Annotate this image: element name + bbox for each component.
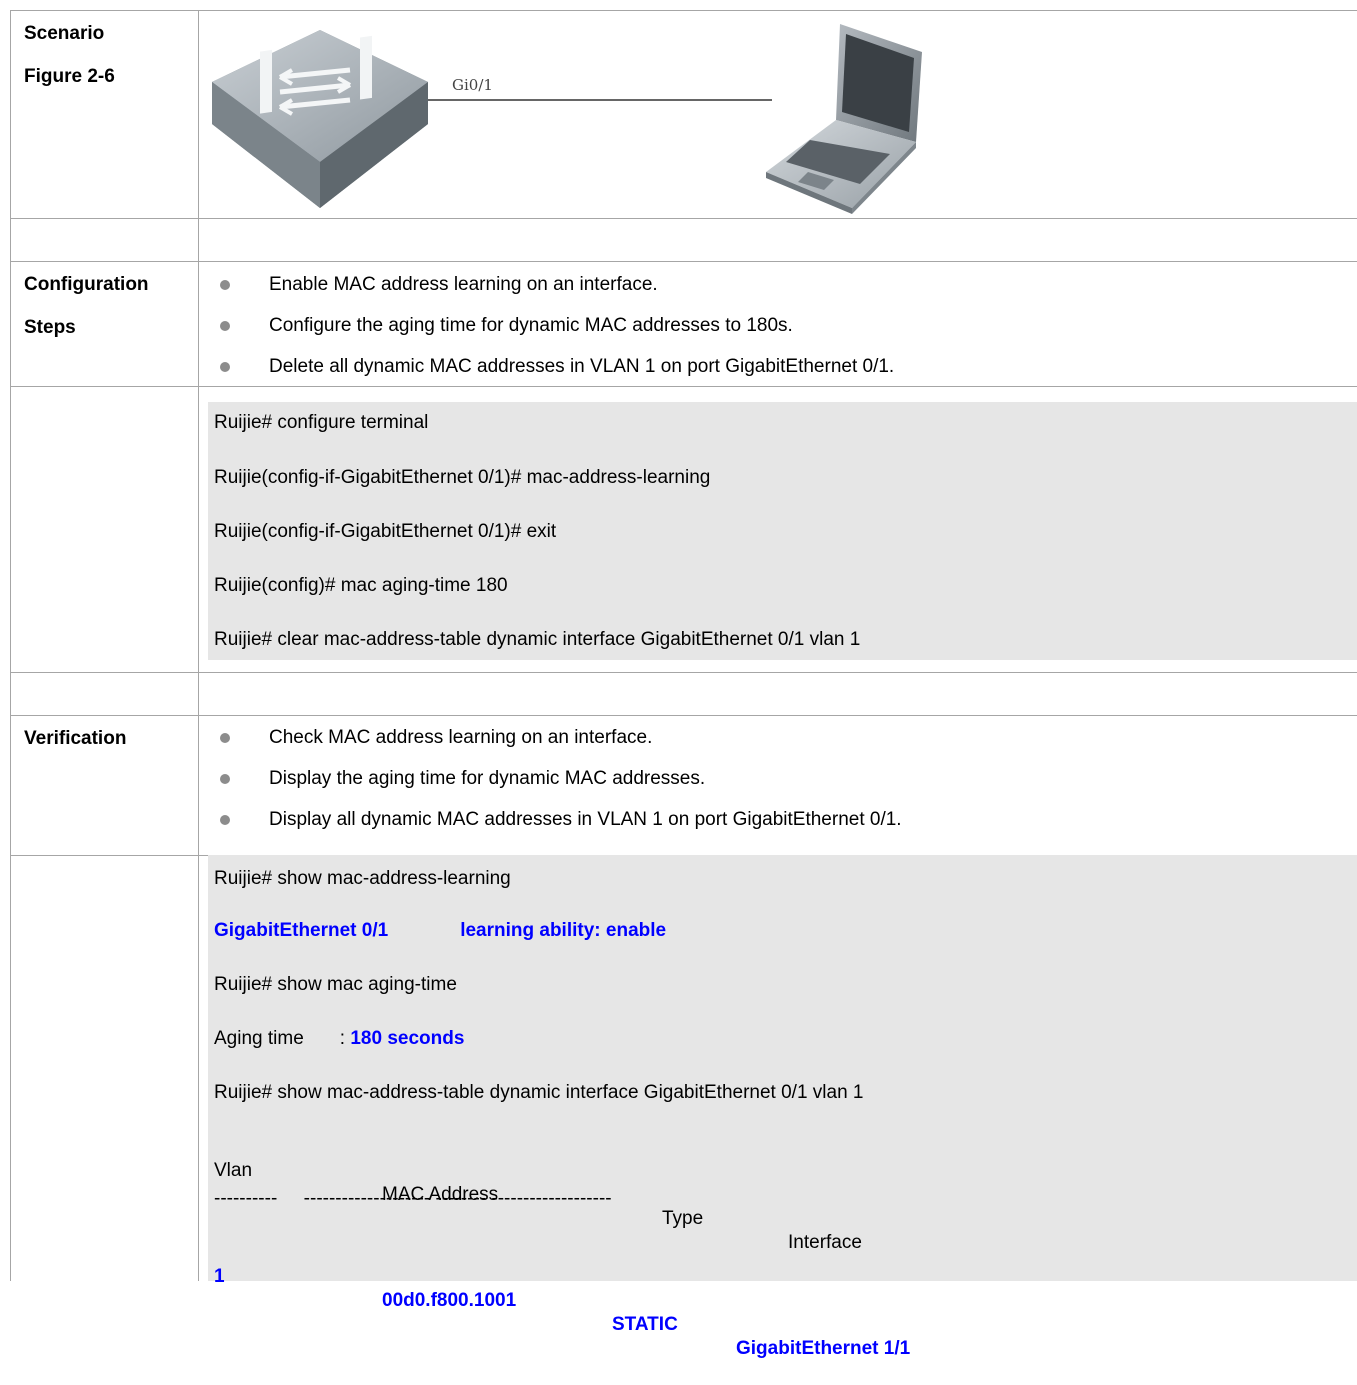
topology-diagram: Gi0/1 bbox=[212, 24, 922, 214]
table-top-border bbox=[10, 10, 1357, 11]
table-row: 1 00d0.f800.1001 STATIC GigabitEthernet … bbox=[214, 1241, 1114, 1385]
step-text: Configure the aging time for dynamic MAC… bbox=[269, 315, 793, 336]
step-text: Check MAC address learning on an interfa… bbox=[269, 727, 653, 748]
step-text: Enable MAC address learning on an interf… bbox=[269, 274, 658, 295]
table-header-type: Type bbox=[662, 1208, 704, 1229]
aging-colon: : bbox=[339, 1028, 346, 1049]
code-line: Ruijie# show mac aging-time bbox=[214, 974, 457, 995]
aging-time-value: 180 seconds bbox=[350, 1028, 465, 1049]
bullet-icon bbox=[220, 815, 230, 825]
switch-icon bbox=[212, 30, 428, 208]
list-item: Enable MAC address learning on an interf… bbox=[210, 271, 658, 299]
code-line: Ruijie# configure terminal bbox=[214, 412, 429, 433]
row-divider bbox=[10, 715, 1357, 716]
bullet-icon bbox=[220, 774, 230, 784]
step-text: Delete all dynamic MAC addresses in VLAN… bbox=[269, 356, 895, 377]
scenario-label: Scenario bbox=[24, 23, 105, 44]
list-item: Check MAC address learning on an interfa… bbox=[210, 724, 652, 752]
figure-number-label: Figure 2-6 bbox=[24, 66, 115, 87]
code-line: Ruijie# show mac-address-learning bbox=[214, 868, 511, 889]
row-divider bbox=[10, 672, 1357, 673]
code-line: Ruijie(config-if-GigabitEthernet 0/1)# m… bbox=[214, 467, 711, 488]
steps-label: Steps bbox=[24, 317, 76, 338]
learning-status: learning ability: enable bbox=[460, 920, 667, 941]
row-divider bbox=[10, 386, 1357, 387]
code-line: Ruijie(config)# mac aging-time 180 bbox=[214, 575, 508, 596]
laptop-icon bbox=[766, 24, 922, 214]
verification-code-block: Ruijie# show mac-address-learning Gigabi… bbox=[208, 855, 1357, 1359]
table-cell-type: STATIC bbox=[612, 1314, 678, 1335]
step-text: Display all dynamic MAC addresses in VLA… bbox=[269, 809, 902, 830]
list-item: Configure the aging time for dynamic MAC… bbox=[210, 312, 793, 340]
table-cell-mac: 00d0.f800.1001 bbox=[382, 1290, 517, 1311]
config-code-block: Ruijie# configure terminal Ruijie(config… bbox=[208, 402, 1357, 660]
verification-label: Verification bbox=[24, 728, 127, 749]
table-left-border bbox=[10, 10, 11, 1281]
learning-status-line: GigabitEthernet 0/1 learning ability: ena… bbox=[214, 919, 666, 943]
table-cell-interface: GigabitEthernet 1/1 bbox=[736, 1338, 911, 1359]
bullet-icon bbox=[220, 321, 230, 331]
learning-interface: GigabitEthernet 0/1 bbox=[214, 920, 389, 941]
bullet-icon bbox=[220, 362, 230, 372]
table-separator: ---------- -------------------- --------… bbox=[214, 1188, 612, 1209]
table-column-divider bbox=[198, 10, 199, 1281]
table-cell-vlan: 1 bbox=[214, 1266, 225, 1287]
code-line: Ruijie# clear mac-address-table dynamic … bbox=[214, 629, 861, 650]
port-label: Gi0/1 bbox=[452, 76, 493, 94]
row-divider bbox=[10, 218, 1357, 219]
aging-time-label: Aging time bbox=[214, 1028, 304, 1049]
code-line: Ruijie(config-if-GigabitEthernet 0/1)# e… bbox=[214, 521, 557, 542]
document-page: Scenario Figure 2-6 Gi0/1 Configuration … bbox=[0, 0, 1357, 1359]
list-item: Display all dynamic MAC addresses in VLA… bbox=[210, 806, 902, 834]
row-divider bbox=[10, 261, 1357, 262]
list-item: Delete all dynamic MAC addresses in VLAN… bbox=[210, 353, 894, 381]
bullet-icon bbox=[220, 733, 230, 743]
aging-time-line: Aging time: 180 seconds bbox=[214, 1027, 464, 1051]
configuration-label: Configuration bbox=[24, 274, 149, 295]
network-topology-figure: Gi0/1 bbox=[200, 12, 960, 217]
list-item: Display the aging time for dynamic MAC a… bbox=[210, 765, 705, 793]
table-header-vlan: Vlan bbox=[214, 1160, 253, 1181]
code-line: Ruijie# show mac-address-table dynamic i… bbox=[214, 1082, 864, 1103]
step-text: Display the aging time for dynamic MAC a… bbox=[269, 768, 706, 789]
bullet-icon bbox=[220, 280, 230, 290]
